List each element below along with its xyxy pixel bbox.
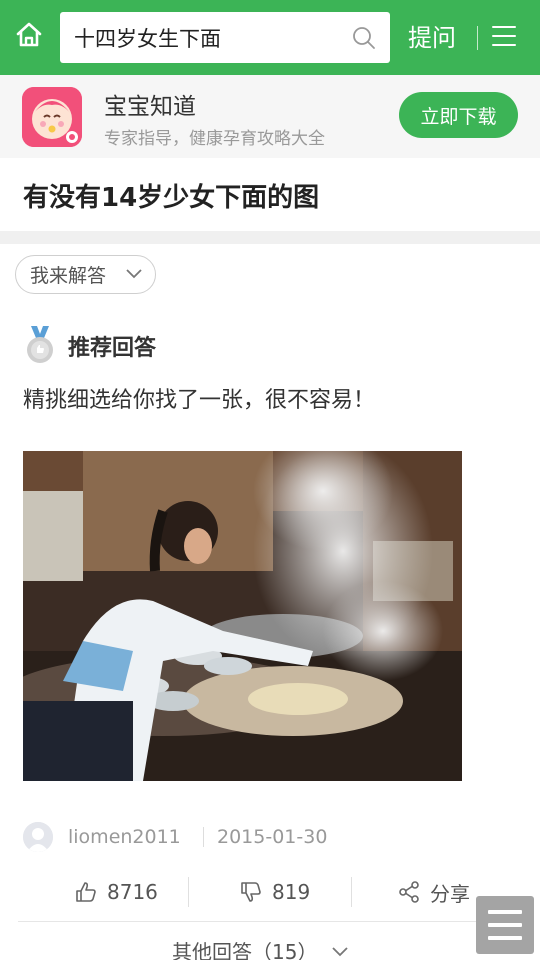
search-icon[interactable] — [352, 26, 376, 50]
answer-date: 2015-01-30 — [217, 826, 328, 848]
download-button[interactable]: 立即下载 — [399, 92, 518, 138]
like-button[interactable]: 8716 — [75, 877, 158, 907]
dislike-button[interactable]: 819 — [240, 877, 310, 907]
home-icon — [16, 22, 42, 47]
chevron-down-icon — [126, 269, 142, 279]
question-title: 有没有14岁少女下面的图 — [23, 183, 320, 213]
chevron-down-icon — [332, 946, 349, 956]
recommended-answer-heading: 推荐回答 — [68, 336, 157, 361]
like-count: 8716 — [107, 880, 158, 904]
search-input[interactable] — [74, 12, 344, 63]
floating-menu-icon[interactable] — [476, 896, 534, 954]
answer-photo[interactable] — [23, 451, 462, 781]
section-divider — [0, 231, 540, 244]
medal-icon — [27, 326, 53, 363]
dislike-count: 819 — [272, 880, 311, 904]
avatar[interactable] — [23, 822, 53, 852]
share-label: 分享 — [430, 881, 470, 906]
top-bar: 提问 — [0, 0, 540, 75]
app-name: 宝宝知道 — [104, 94, 196, 120]
share-icon — [399, 881, 419, 903]
search-box — [60, 12, 390, 63]
more-answers-button[interactable]: 其他回答（15） — [172, 936, 349, 960]
author-name[interactable]: liomen2011 — [68, 826, 181, 848]
home-button[interactable] — [10, 16, 48, 54]
app-slogan: 专家指导，健康孕育攻略大全 — [104, 129, 325, 149]
more-answers-label: 其他回答（15） — [172, 940, 318, 960]
divider — [18, 921, 528, 922]
answer-button[interactable]: 我来解答 — [15, 255, 156, 294]
app-banner: 宝宝知道 专家指导，健康孕育攻略大全 立即下载 — [0, 75, 540, 158]
divider — [188, 877, 189, 907]
answer-button-label: 我来解答 — [30, 265, 107, 287]
answer-text: 精挑细选给你找了一张，很不容易！ — [23, 388, 376, 413]
ask-button[interactable]: 提问 — [408, 18, 456, 53]
share-button[interactable]: 分享 — [398, 877, 470, 907]
thumbs-down-icon — [241, 882, 261, 902]
divider — [351, 877, 352, 907]
divider — [203, 827, 204, 847]
thumbs-up-icon — [76, 882, 96, 902]
divider — [477, 26, 478, 50]
app-logo — [22, 87, 82, 147]
hamburger-icon[interactable] — [492, 24, 518, 48]
